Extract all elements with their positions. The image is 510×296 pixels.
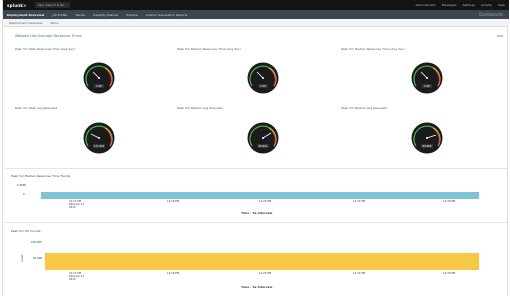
breadcrumb-item[interactable]: Deployment Overview (9, 21, 42, 25)
top-bar: splunk> App: Search & Re... Administrato… (3, 0, 509, 10)
response-area-series (41, 192, 479, 199)
divider (5, 222, 507, 223)
panel-label: Peak 5m Median Response Time (Avg Sec) (177, 47, 241, 51)
x-tick: 12:18 PM (167, 200, 180, 203)
activity-link[interactable]: Activity (481, 3, 492, 7)
divider (5, 168, 507, 169)
edit-button[interactable]: Edit (497, 34, 503, 38)
x-tick: 12:32 PM (353, 272, 366, 275)
app-selector[interactable]: App: Search & Re... (34, 2, 70, 8)
nav-brand: Dashboards (479, 12, 503, 17)
gauge-value: 2.00 (424, 84, 430, 88)
breadcrumb: Deployment Overview Menu (3, 19, 509, 27)
gauge-chart: 2.00 (247, 62, 279, 94)
gauge-chart: 58,601 (247, 122, 279, 154)
nav-trends[interactable]: Trends (75, 13, 85, 17)
x-tick-sub: 2015 (69, 278, 76, 281)
y-tick: 50,000 (33, 257, 43, 260)
x-tick: 12:39 PM (443, 200, 456, 203)
x-tick: 12:25 PM (259, 272, 272, 275)
app-nav: Deployment Overview Job Profile Trends C… (3, 10, 509, 19)
menu-button[interactable]: Menu (50, 21, 58, 25)
app-window: splunk> App: Search & Re... Administrato… (2, 0, 509, 296)
top-links: Administrator Messages Settings Activity… (415, 3, 505, 7)
x-tick: 12:25 PM (259, 200, 272, 203)
gauge-chart: 2.00 (83, 62, 115, 94)
messages-link[interactable]: Messages (442, 3, 457, 7)
gauge-value: 171,001 (94, 144, 105, 148)
requests-area-series (45, 253, 479, 270)
chart-title: Peak 5m Median Response Time Trends (11, 174, 71, 178)
gauge-value: 2.00 (96, 84, 102, 88)
x-tick: 12:32 PM (353, 200, 366, 203)
x-tick-sub: 2015 (69, 206, 76, 209)
gauge-value: 69,605 (422, 144, 431, 148)
panel-label: Peak 5m Peak Response Time (Avg Sec) (15, 47, 75, 51)
panel-label: Peak 5m Median Avg Requests (341, 106, 387, 110)
y-tick: 100,000 (31, 241, 42, 244)
nav-custom-reports[interactable]: Custom Generation Reports (146, 13, 188, 17)
x-tick: 12:39 PM (443, 272, 456, 275)
y-tick: 0.4000 (17, 184, 27, 187)
gauge-value: 58,601 (258, 144, 267, 148)
panel-label: Peak 5m Peak Avg Requests (15, 106, 58, 110)
y-tick: 0 (23, 193, 25, 196)
chart-title: Peak 5m Hit Counts (11, 229, 41, 233)
admin-link[interactable]: Administrator (415, 3, 435, 7)
gauge-chart: 2.00 (411, 62, 443, 94)
splunk-logo[interactable]: splunk> (7, 3, 27, 8)
help-link[interactable]: Help (498, 3, 505, 7)
gauge-value: 2.00 (260, 84, 266, 88)
gauge-chart: 69,605 (411, 122, 443, 154)
settings-link[interactable]: Settings (463, 3, 475, 7)
gauge-chart: 171,001 (83, 122, 115, 154)
nav-job-profile[interactable]: Job Profile (52, 13, 67, 17)
x-axis-label: Time - 5s intervals (241, 285, 273, 289)
nav-deployment-overview[interactable]: Deployment Overview (7, 13, 44, 17)
x-tick: 12:18 PM (167, 272, 180, 275)
nav-capacity-planner[interactable]: Capacity Planner (93, 13, 118, 17)
panel-label: Peak 5m Median Response Time (Avg Sec) (341, 47, 405, 51)
x-axis-label: Time - 5s intervals (241, 211, 273, 215)
panel-label: Peak 5m Median Avg Requests (177, 106, 223, 110)
y-axis-label: count (21, 254, 24, 262)
dashboard-title: Website Hits Average Response Times (15, 34, 82, 38)
nav-explore[interactable]: Explore (126, 13, 137, 17)
